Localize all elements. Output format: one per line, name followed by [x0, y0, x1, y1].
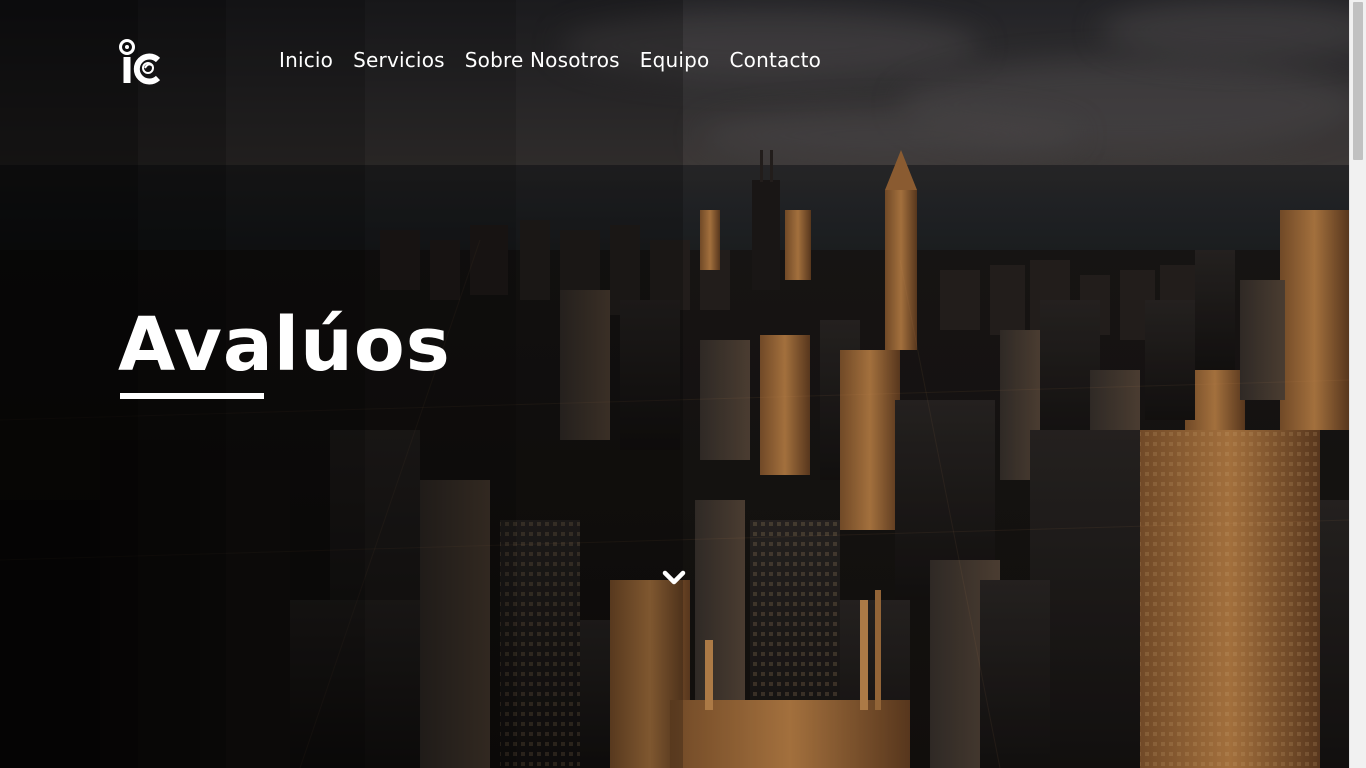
page-viewport: Inicio Servicios Sobre Nosotros Equipo C…	[0, 0, 1349, 768]
nav-link-equipo[interactable]: Equipo	[630, 46, 720, 74]
main-nav: Inicio Servicios Sobre Nosotros Equipo C…	[269, 46, 831, 74]
hero-title: Avalúos	[118, 302, 451, 388]
navbar: Inicio Servicios Sobre Nosotros Equipo C…	[0, 0, 1349, 120]
scrollbar-thumb[interactable]	[1353, 2, 1363, 160]
nav-link-inicio[interactable]: Inicio	[269, 46, 343, 74]
page-scrollbar[interactable]	[1349, 0, 1366, 768]
nav-link-sobre-nosotros[interactable]: Sobre Nosotros	[455, 46, 630, 74]
nav-link-contacto[interactable]: Contacto	[719, 46, 831, 74]
ic-location-pin-logo[interactable]	[118, 38, 164, 86]
nav-link-servicios[interactable]: Servicios	[343, 46, 455, 74]
hero-title-underline	[120, 393, 264, 399]
chevron-down-icon[interactable]	[656, 560, 692, 596]
